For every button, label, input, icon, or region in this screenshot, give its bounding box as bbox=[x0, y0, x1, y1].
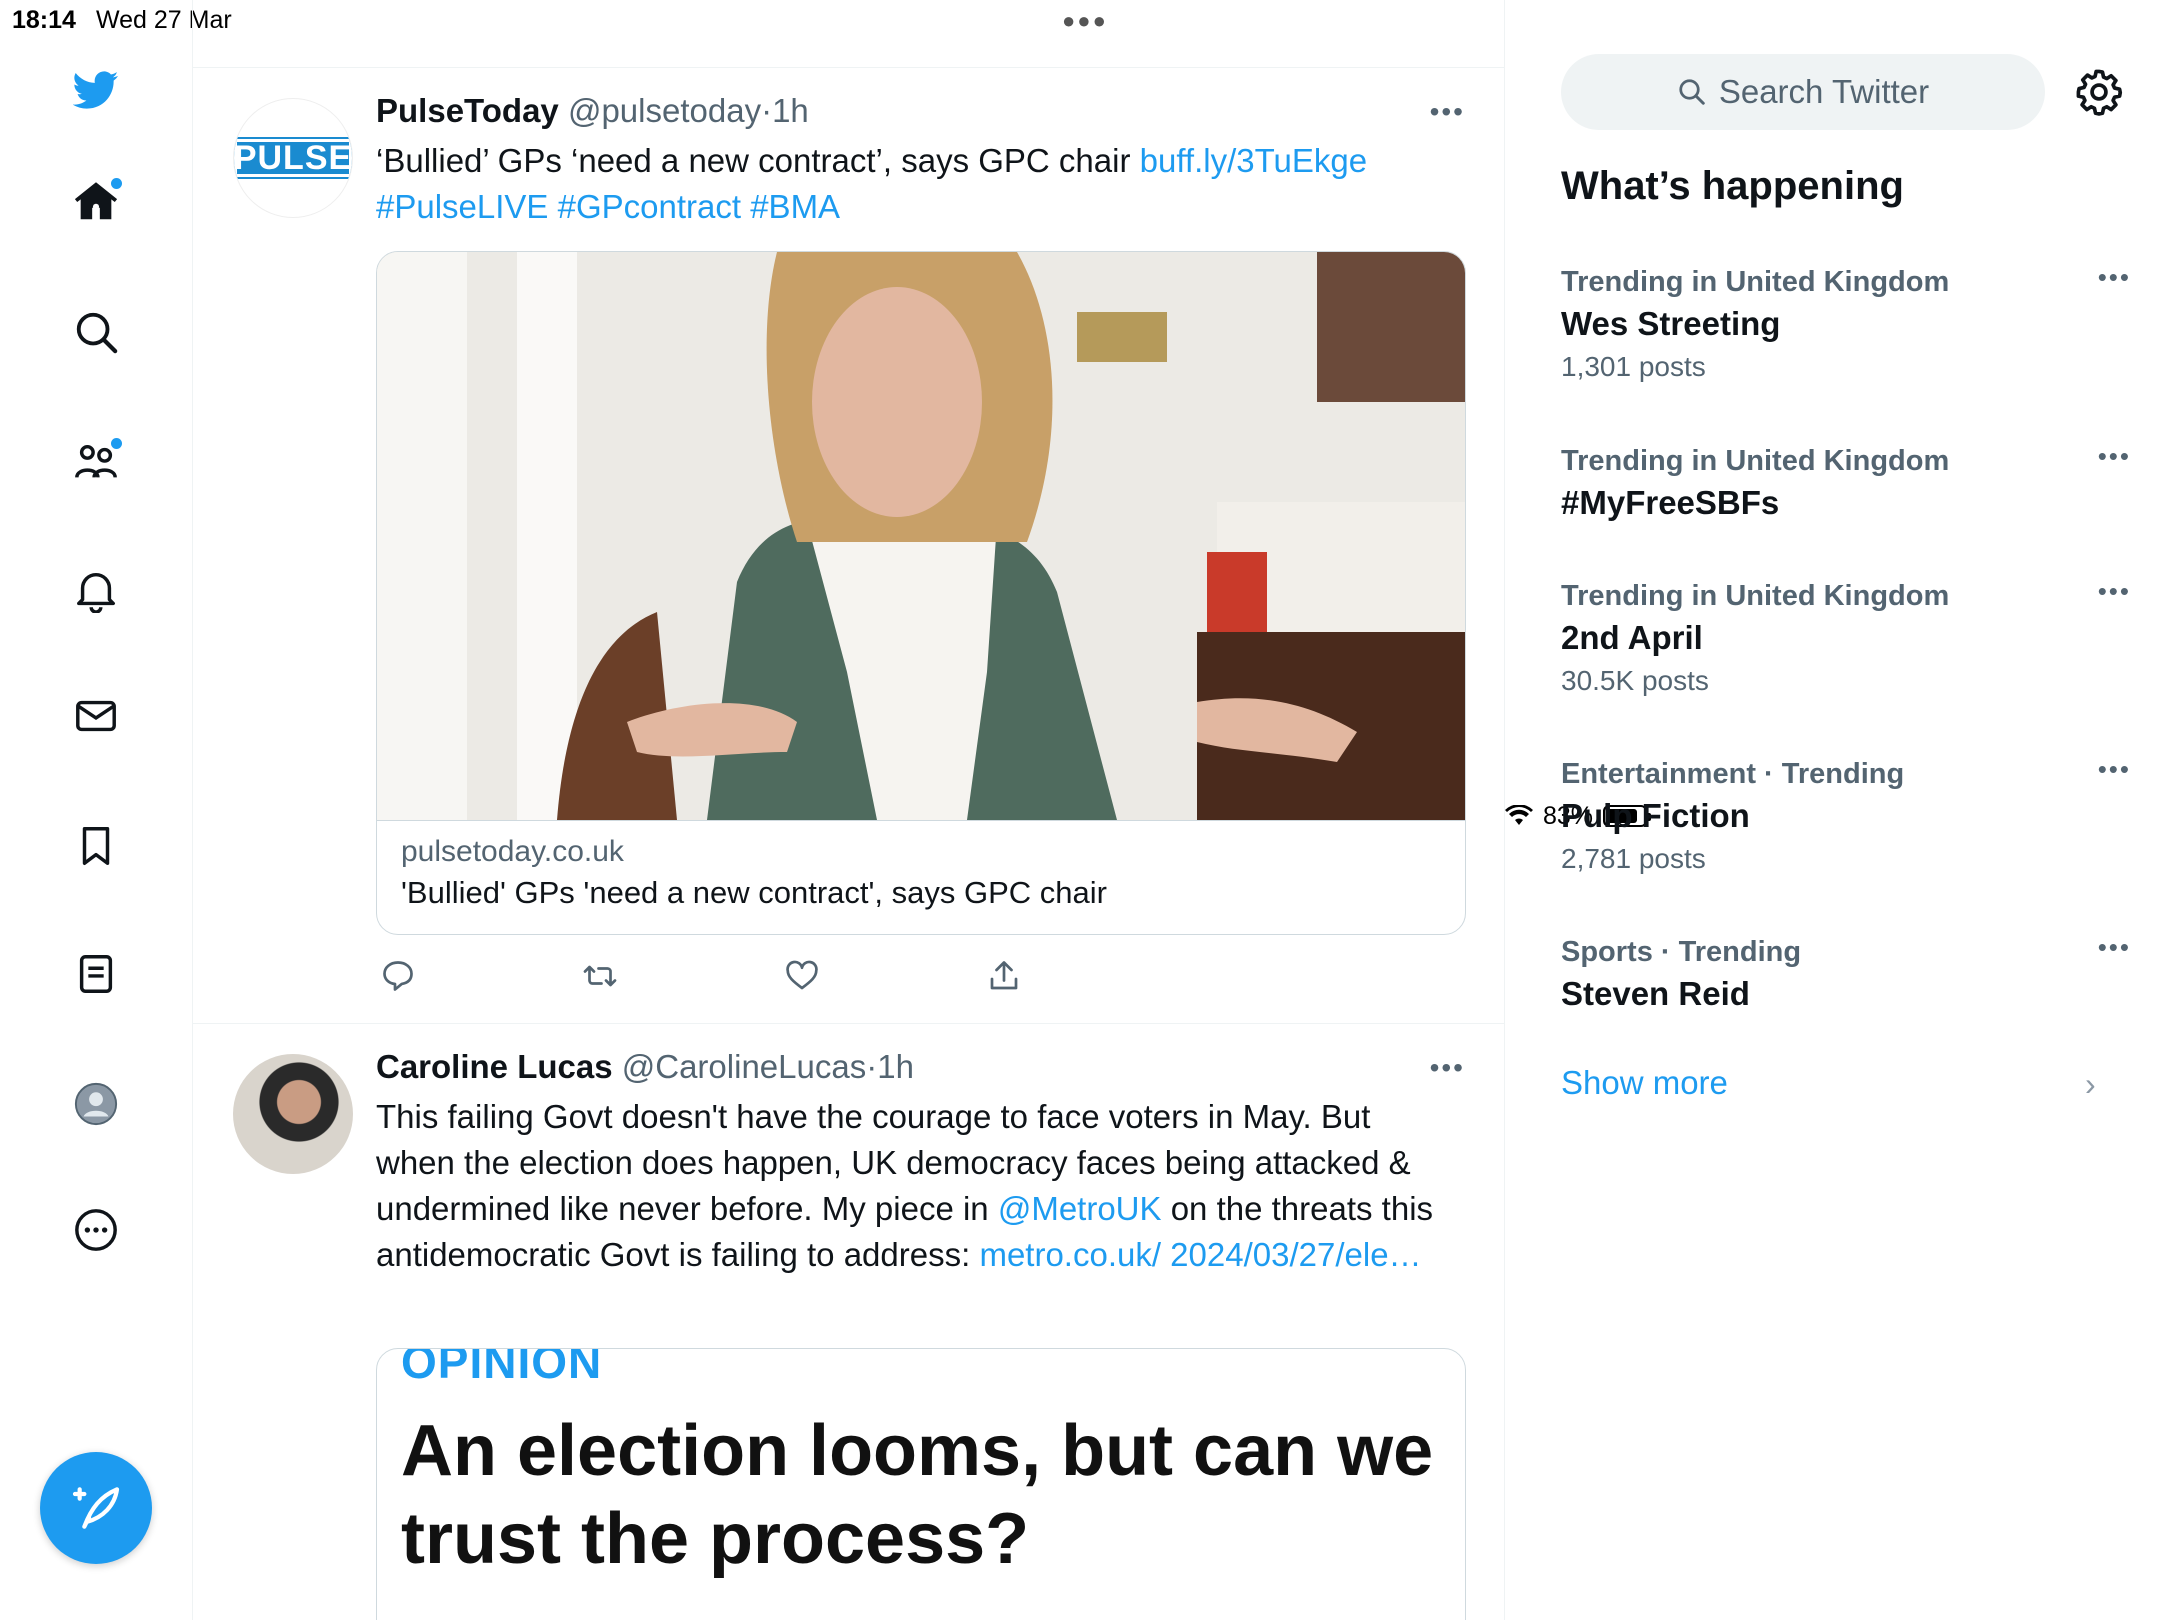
tweet-text: This failing Govt doesn't have the coura… bbox=[376, 1094, 1456, 1278]
retweet-icon[interactable] bbox=[578, 954, 622, 998]
tweet-header: PulseToday @pulsetoday·1h bbox=[376, 92, 809, 130]
trend-item[interactable]: Trending in United Kingdom Wes Streeting… bbox=[1561, 262, 2131, 383]
tweet-more-icon[interactable]: ••• bbox=[1430, 96, 1465, 128]
section-title: What’s happening bbox=[1561, 164, 1904, 208]
search-icon[interactable] bbox=[66, 302, 126, 362]
trend-topic: 2nd April bbox=[1561, 619, 1703, 656]
trend-topic: Wes Streeting bbox=[1561, 305, 1781, 342]
tweet-time[interactable]: 1h bbox=[877, 1048, 914, 1085]
avatar[interactable]: PULSE bbox=[233, 98, 353, 218]
like-icon[interactable] bbox=[780, 954, 824, 998]
left-navigation bbox=[0, 0, 193, 1620]
compose-icon bbox=[72, 1487, 120, 1529]
home-icon[interactable] bbox=[66, 172, 126, 232]
home-notification-dot bbox=[111, 178, 122, 189]
link-card[interactable]: OPINION An election looms, but can we tr… bbox=[376, 1348, 1466, 1620]
card-meta: pulsetoday.co.uk 'Bullied' GPs 'need a n… bbox=[377, 820, 1465, 934]
tweet-header: Caroline Lucas @CarolineLucas·1h bbox=[376, 1048, 914, 1086]
author-handle[interactable]: @pulsetoday bbox=[568, 92, 761, 129]
trend-item[interactable]: Trending in United Kingdom #MyFreeSBFs •… bbox=[1561, 441, 2131, 522]
search-placeholder: Search Twitter bbox=[1718, 73, 1930, 110]
trend-context: Trending in United Kingdom bbox=[1561, 266, 1950, 298]
pulse-logo: PULSE bbox=[233, 137, 353, 179]
separator: · bbox=[866, 1048, 878, 1085]
trend-more-icon[interactable]: ••• bbox=[2098, 576, 2131, 607]
settings-gear-icon[interactable] bbox=[2073, 66, 2125, 118]
trend-context: Entertainment · Trending bbox=[1561, 758, 1905, 790]
link-card[interactable]: pulsetoday.co.uk 'Bullied' GPs 'need a n… bbox=[376, 251, 1466, 935]
chevron-right-icon[interactable]: › bbox=[2085, 1066, 2096, 1103]
trend-item[interactable]: Sports · Trending Steven Reid ••• bbox=[1561, 932, 2131, 1013]
avatar[interactable] bbox=[233, 1054, 353, 1174]
trend-topic: #MyFreeSBFs bbox=[1561, 484, 1780, 521]
author-name[interactable]: PulseToday bbox=[376, 92, 559, 129]
trend-topic: Steven Reid bbox=[1561, 975, 1750, 1012]
tweet-link[interactable]: buff.ly/3TuEkge bbox=[1140, 142, 1367, 179]
compose-tweet-button[interactable] bbox=[40, 1452, 152, 1564]
search-icon bbox=[1679, 79, 1705, 105]
tweet-hashtags[interactable]: #PulseLIVE #GPcontract #BMA bbox=[376, 188, 840, 225]
tweet[interactable]: PULSE PulseToday @pulsetoday·1h ••• ‘Bul… bbox=[193, 68, 1504, 1024]
profile-avatar-icon[interactable] bbox=[66, 1074, 126, 1134]
tweet-time[interactable]: 1h bbox=[772, 92, 809, 129]
tweet-link[interactable]: metro.co.uk/ 2024/03/27/ele… bbox=[979, 1236, 1421, 1273]
tweet-actions bbox=[376, 954, 1076, 1004]
trend-count: 1,301 posts bbox=[1561, 351, 1706, 382]
trend-more-icon[interactable]: ••• bbox=[2098, 932, 2131, 963]
trend-item[interactable]: Trending in United Kingdom 2nd April 30.… bbox=[1561, 576, 2131, 697]
trend-context: Trending in United Kingdom bbox=[1561, 580, 1950, 612]
author-name[interactable]: Caroline Lucas bbox=[376, 1048, 613, 1085]
trend-count: 30.5K posts bbox=[1561, 665, 1709, 696]
notifications-icon[interactable] bbox=[66, 560, 126, 620]
tweet-more-icon[interactable]: ••• bbox=[1430, 1052, 1465, 1084]
lists-icon[interactable] bbox=[66, 944, 126, 1004]
card-kicker: OPINION bbox=[401, 1348, 603, 1388]
twitter-logo-icon[interactable] bbox=[66, 60, 126, 120]
separator: · bbox=[761, 92, 773, 129]
trend-more-icon[interactable]: ••• bbox=[2098, 441, 2131, 472]
card-headline: An election looms, but can we trust the … bbox=[401, 1411, 1434, 1579]
card-domain: pulsetoday.co.uk bbox=[401, 835, 624, 868]
search-input[interactable]: Search Twitter bbox=[1561, 54, 2045, 130]
more-icon[interactable] bbox=[66, 1200, 126, 1260]
communities-notification-dot bbox=[111, 438, 122, 449]
show-more-link[interactable]: Show more bbox=[1561, 1064, 1728, 1102]
trend-topic: Pulp Fiction bbox=[1561, 797, 1750, 834]
right-sidebar: Search Twitter What’s happening Trending… bbox=[1505, 0, 2160, 1620]
bookmarks-icon[interactable] bbox=[66, 816, 126, 876]
trend-context: Trending in United Kingdom bbox=[1561, 445, 1950, 477]
trend-more-icon[interactable]: ••• bbox=[2098, 754, 2131, 785]
tweet-text: ‘Bullied’ GPs ‘need a new contract’, say… bbox=[376, 138, 1456, 230]
share-icon[interactable] bbox=[982, 954, 1026, 998]
trend-item[interactable]: Entertainment · Trending Pulp Fiction 2,… bbox=[1561, 754, 2131, 875]
reply-icon[interactable] bbox=[376, 954, 420, 998]
tweet[interactable]: Caroline Lucas @CarolineLucas·1h ••• Thi… bbox=[193, 1024, 1504, 1620]
communities-icon[interactable] bbox=[66, 432, 126, 492]
trend-more-icon[interactable]: ••• bbox=[2098, 262, 2131, 293]
tweet-mention[interactable]: @MetroUK bbox=[998, 1190, 1162, 1227]
tweet-text-main: ‘Bullied’ GPs ‘need a new contract’, say… bbox=[376, 142, 1131, 179]
trend-context: Sports · Trending bbox=[1561, 936, 1802, 968]
author-handle[interactable]: @CarolineLucas bbox=[622, 1048, 866, 1085]
timeline[interactable]: PULSE PulseToday @pulsetoday·1h ••• ‘Bul… bbox=[193, 0, 1505, 1620]
card-image bbox=[377, 252, 1465, 820]
trend-count: 2,781 posts bbox=[1561, 843, 1706, 874]
messages-icon[interactable] bbox=[66, 686, 126, 746]
card-title: 'Bullied' GPs 'need a new contract', say… bbox=[401, 875, 1107, 910]
card-photo-illustration bbox=[377, 252, 1465, 820]
